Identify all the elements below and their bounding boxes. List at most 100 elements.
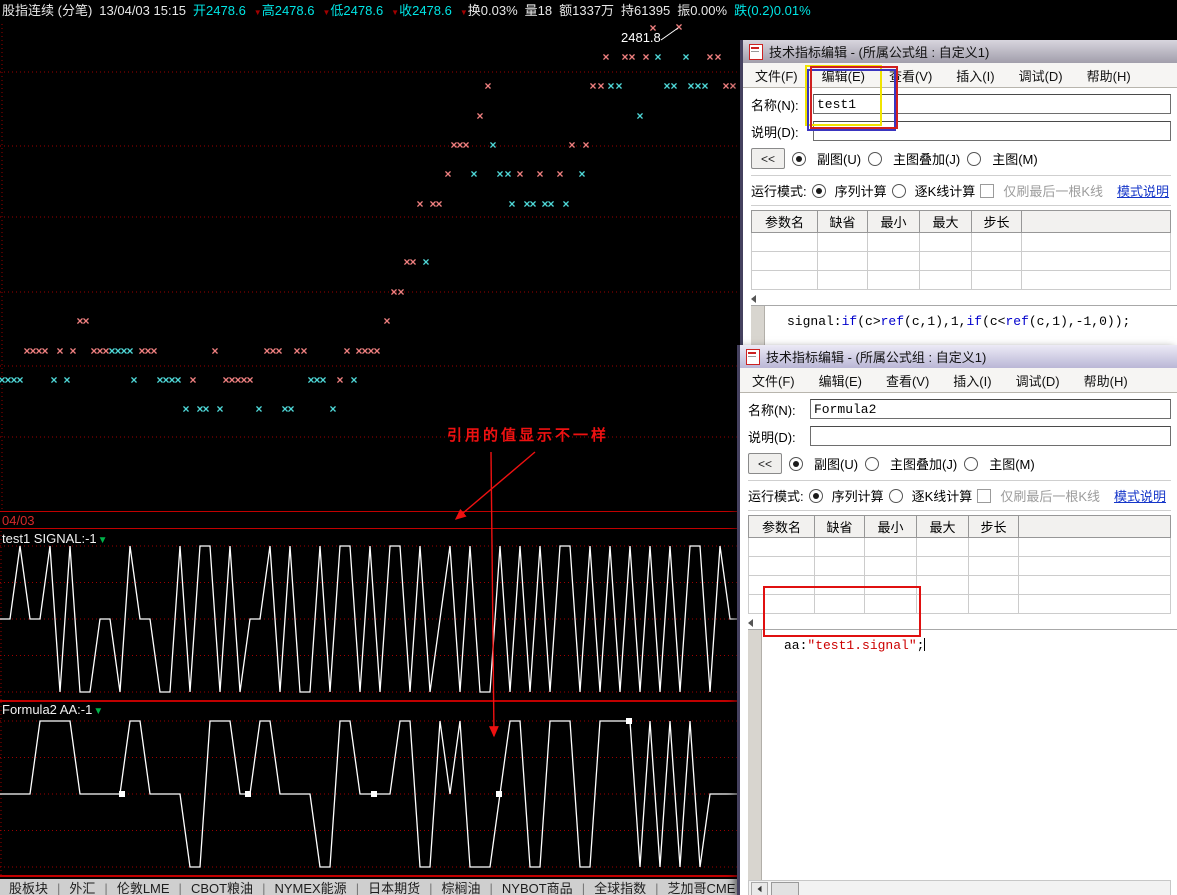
- scroll-left-button[interactable]: [751, 881, 768, 895]
- table-hscroll[interactable]: [748, 616, 1171, 629]
- scroll-left-icon[interactable]: [751, 294, 756, 303]
- name-input[interactable]: [813, 94, 1171, 114]
- editor-hscrollbar[interactable]: [748, 880, 1171, 895]
- status-segment: 低2478.6: [330, 3, 384, 18]
- market-tab[interactable]: CBOT粮油: [182, 879, 262, 895]
- svg-text:×: ×: [319, 374, 326, 388]
- radio-main-chart[interactable]: [964, 456, 979, 471]
- status-segment: 高2478.6: [261, 3, 315, 18]
- description-input[interactable]: [813, 121, 1171, 141]
- date-axis-row: 04/03: [0, 511, 740, 529]
- status-segment: 开2478.6: [193, 3, 246, 18]
- mode-help-link[interactable]: 模式说明: [1117, 181, 1169, 200]
- svg-text:×: ×: [336, 374, 343, 388]
- description-input[interactable]: [810, 426, 1171, 446]
- name-input[interactable]: [810, 399, 1171, 419]
- radio-per-bar-calc[interactable]: [891, 183, 906, 198]
- collapse-button[interactable]: <<: [748, 453, 782, 474]
- date-label: 04/03: [2, 513, 35, 528]
- scrollbar-thumb[interactable]: [771, 881, 799, 895]
- market-tab[interactable]: 全球指数: [585, 879, 655, 895]
- svg-text:×: ×: [416, 198, 423, 212]
- menu-item[interactable]: 查看(V): [877, 66, 944, 85]
- formula-code[interactable]: aa:"test1.signal";: [762, 630, 926, 880]
- radio-subchart[interactable]: [792, 151, 806, 166]
- dialog2-titlebar[interactable]: 技术指标编辑 - (所属公式组 : 自定义1): [740, 345, 1177, 368]
- menu-item[interactable]: 帮助(H): [1075, 66, 1143, 85]
- scroll-left-icon[interactable]: [748, 618, 753, 627]
- last-bar-checkbox[interactable]: [977, 488, 992, 503]
- status-segment: 股指连续 (分笔): [2, 3, 93, 18]
- svg-text:×: ×: [16, 374, 23, 388]
- radio-main-chart[interactable]: [967, 151, 982, 166]
- radio-per-bar-calc[interactable]: [888, 488, 903, 503]
- svg-text:×: ×: [701, 80, 708, 94]
- mode-help-link[interactable]: 模式说明: [1114, 486, 1166, 505]
- radio-sequence-calc[interactable]: [811, 183, 826, 198]
- menu-item[interactable]: 编辑(E): [807, 371, 874, 390]
- market-tab[interactable]: 伦敦LME: [108, 879, 179, 895]
- dialog1-titlebar[interactable]: 技术指标编辑 - (所属公式组 : 自定义1): [743, 40, 1177, 63]
- svg-text:×: ×: [41, 345, 48, 359]
- last-bar-checkbox[interactable]: [980, 183, 995, 198]
- svg-text:×: ×: [536, 168, 543, 182]
- param-row[interactable]: [751, 232, 1171, 252]
- screen: 股指连续 (分笔) 13/04/03 15:15 开2478.6 ▼高2478.6 ▼低…: [0, 0, 1177, 895]
- market-tab[interactable]: 外汇: [60, 879, 104, 895]
- table-hscroll[interactable]: [751, 292, 1171, 305]
- svg-text:×: ×: [489, 139, 496, 153]
- menu-item[interactable]: 文件(F): [743, 66, 810, 85]
- market-tab[interactable]: 芝加哥CME: [658, 879, 744, 895]
- svg-text:×: ×: [628, 51, 635, 65]
- runmode-label: 运行模式:: [748, 489, 804, 504]
- formula-editor[interactable]: aa:"test1.signal";: [748, 629, 1177, 880]
- formula-editor[interactable]: signal:if(c>ref(c,1),1,if(c<ref(c,1),-1,…: [751, 305, 1177, 346]
- svg-text:×: ×: [496, 168, 503, 182]
- menu-item[interactable]: 插入(I): [944, 66, 1006, 85]
- svg-text:×: ×: [300, 345, 307, 359]
- menu-item[interactable]: 文件(F): [740, 371, 807, 390]
- menu-item[interactable]: 调试(D): [1004, 371, 1072, 390]
- market-tab[interactable]: 棕榈油: [432, 879, 489, 895]
- svg-text:×: ×: [211, 345, 218, 359]
- menu-item[interactable]: 编辑(E): [810, 66, 877, 85]
- status-segment: 持61395: [621, 3, 671, 18]
- param-row[interactable]: [751, 270, 1171, 290]
- radio-sequence-calc[interactable]: [808, 488, 823, 503]
- svg-text:×: ×: [508, 198, 515, 212]
- market-tab[interactable]: NYMEX能源: [265, 879, 355, 895]
- svg-text:×: ×: [597, 80, 604, 94]
- svg-text:×: ×: [462, 139, 469, 153]
- svg-text:×: ×: [373, 345, 380, 359]
- svg-text:×: ×: [589, 80, 596, 94]
- dialog2-menubar: 文件(F) 编辑(E) 查看(V) 插入(I) 调试(D) 帮助(H): [740, 368, 1177, 393]
- svg-text:×: ×: [350, 374, 357, 388]
- collapse-button[interactable]: <<: [751, 148, 785, 169]
- param-row[interactable]: [748, 575, 1171, 595]
- svg-text:×: ×: [484, 80, 491, 94]
- param-row[interactable]: [751, 251, 1171, 271]
- svg-text:×: ×: [56, 345, 63, 359]
- down-triangle-icon: ▼: [97, 535, 108, 546]
- radio-main-overlay[interactable]: [868, 151, 883, 166]
- market-tab[interactable]: NYBOT商品: [493, 879, 582, 895]
- menu-item[interactable]: 帮助(H): [1072, 371, 1140, 390]
- param-row[interactable]: [748, 556, 1171, 576]
- formula-code[interactable]: signal:if(c>ref(c,1),1,if(c<ref(c,1),-1,…: [765, 306, 1130, 346]
- radio-subchart[interactable]: [789, 456, 803, 471]
- menu-item[interactable]: 查看(V): [874, 371, 941, 390]
- tick-point-chart: × ×× × × × × × × ×× × × × × × × × × × × ×× ×××× × × ×× × × × × × × ×× ×…: [0, 24, 740, 511]
- radio-main-overlay[interactable]: [865, 456, 880, 471]
- svg-text:×: ×: [275, 345, 282, 359]
- svg-text:×: ×: [615, 80, 622, 94]
- menu-item[interactable]: 插入(I): [941, 371, 1003, 390]
- market-tab[interactable]: 日本期货: [359, 879, 429, 895]
- param-row[interactable]: [748, 537, 1171, 557]
- svg-text:×: ×: [568, 139, 575, 153]
- svg-text:×: ×: [343, 345, 350, 359]
- param-row[interactable]: [748, 594, 1171, 614]
- menu-item[interactable]: 调试(D): [1007, 66, 1075, 85]
- svg-text:×: ×: [578, 168, 585, 182]
- market-tab[interactable]: 股板块: [0, 879, 57, 895]
- svg-text:×: ×: [397, 286, 404, 300]
